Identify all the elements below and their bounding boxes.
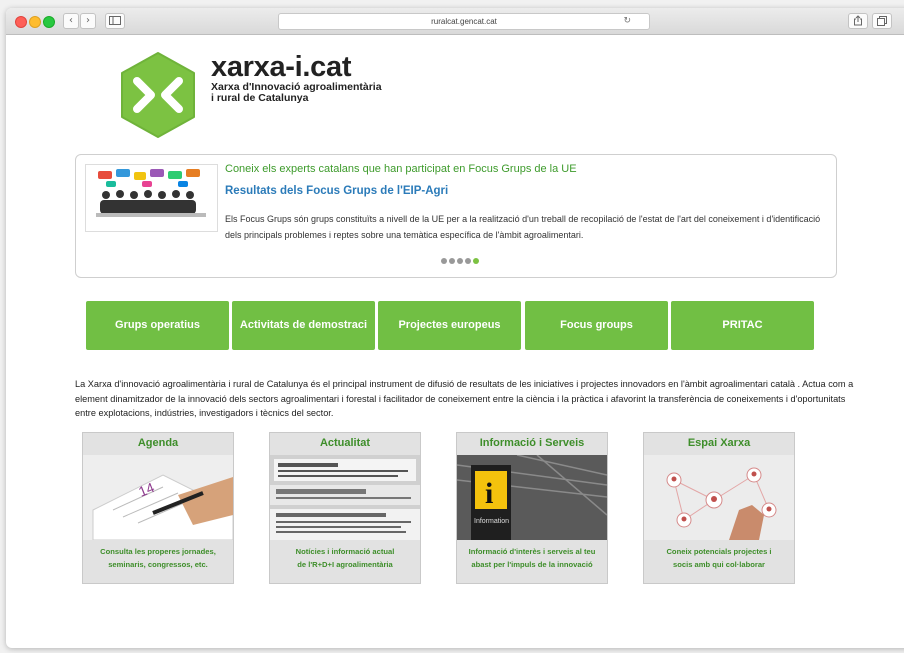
sidebar-icon: [109, 16, 121, 25]
brand-block[interactable]: xarxa-i.cat Xarxa d'Innovació agroalimen…: [211, 52, 382, 104]
xarxa-logo-icon[interactable]: [119, 51, 197, 139]
card-desc-line2: socis amb qui col·laborar: [673, 560, 765, 569]
card-image: i Information: [457, 455, 607, 540]
card-actualitat[interactable]: Actualitat Notícies i informació actual …: [269, 432, 421, 584]
card-desc-line2: abast per l'impuls de la innovació: [471, 560, 593, 569]
brand-name: xarxa-i.cat: [211, 51, 352, 83]
slider-dots: [441, 258, 479, 264]
slider-dot[interactable]: [465, 258, 471, 264]
tabs-overview-button[interactable]: [872, 13, 892, 29]
information-sign-icon: i Information: [457, 455, 607, 540]
address-bar[interactable]: ruralcat.gencat.cat ↻: [278, 13, 650, 30]
card-espai-xarxa[interactable]: Espai Xarxa Coneix potencials projectes …: [643, 432, 795, 584]
chevron-left-icon: ‹: [69, 15, 73, 26]
slider-dot[interactable]: [457, 258, 463, 264]
slider-dot[interactable]: [449, 258, 455, 264]
close-window-button[interactable]: [15, 16, 27, 28]
calendar-writing-icon: 14: [83, 455, 233, 540]
back-button[interactable]: ‹: [63, 13, 79, 29]
newspapers-icon: [270, 455, 420, 540]
card-title: Informació i Serveis: [479, 437, 585, 449]
sidebar-toggle-button[interactable]: [105, 13, 125, 29]
slide-title[interactable]: Resultats dels Focus Grups de l'EIP-Agri: [225, 185, 448, 197]
share-icon: [854, 15, 862, 26]
svg-text:Information: Information: [474, 518, 509, 525]
card-image: [270, 455, 420, 540]
network-people-icon: [644, 455, 794, 540]
tabs-icon: [877, 16, 887, 26]
card-desc-line1: Informació d'interès i serveis al teu: [468, 547, 596, 556]
card-title: Agenda: [137, 437, 179, 449]
nav-activitats-demostracio-button[interactable]: Activitats de demostraci: [232, 301, 375, 350]
card-desc-line2: de l'R+D+I agroalimentària: [297, 560, 393, 569]
card-desc-line1: Notícies i informació actual: [295, 547, 395, 556]
focus-group-people-icon: [96, 169, 206, 217]
card-desc-line2: seminaris, congressos, etc.: [108, 560, 208, 569]
news-slider: Coneix els experts catalans que han part…: [75, 154, 837, 278]
card-desc-line1: Coneix potencials projectes i: [666, 547, 772, 556]
card-description: Coneix potencials projectes i socis amb …: [644, 545, 794, 571]
nav-grups-operatius-button[interactable]: Grups operatius: [86, 301, 229, 350]
browser-titlebar: ‹ › ruralcat.gencat.cat ↻: [6, 8, 904, 35]
svg-text:i: i: [485, 477, 493, 510]
brand-subtitle-line2: i rural de Catalunya: [211, 92, 309, 104]
nav-pritac-button[interactable]: PRITAC: [671, 301, 814, 350]
card-agenda[interactable]: Agenda 14 Consulta les properes jornades…: [82, 432, 234, 584]
minimize-window-button[interactable]: [29, 16, 41, 28]
chevron-right-icon: ›: [86, 15, 90, 26]
card-informacio-serveis[interactable]: Informació i Serveis i Information Infor…: [456, 432, 608, 584]
card-image: 14: [83, 455, 233, 540]
zoom-window-button[interactable]: [43, 16, 55, 28]
card-title: Espai Xarxa: [687, 437, 751, 449]
card-image: [644, 455, 794, 540]
card-title: Actualitat: [319, 437, 371, 449]
slider-dot[interactable]: [473, 258, 479, 264]
forward-button[interactable]: ›: [80, 13, 96, 29]
card-desc-line1: Consulta les properes jornades,: [100, 547, 216, 556]
slider-dot[interactable]: [441, 258, 447, 264]
nav-focus-groups-button[interactable]: Focus groups: [525, 301, 668, 350]
slide-image[interactable]: [85, 164, 218, 232]
intro-paragraph: La Xarxa d'innovació agroalimentària i r…: [75, 379, 854, 418]
nav-projectes-europeus-button[interactable]: Projectes europeus: [378, 301, 521, 350]
slide-kicker[interactable]: Coneix els experts catalans que han part…: [225, 163, 577, 175]
reload-icon[interactable]: ↻: [623, 14, 631, 29]
card-description: Informació d'interès i serveis al teu ab…: [457, 545, 607, 571]
browser-window: ‹ › ruralcat.gencat.cat ↻ xarxa-i.cat Xa…: [6, 8, 904, 648]
share-button[interactable]: [848, 13, 868, 29]
slide-text: Els Focus Grups són grups constituïts a …: [225, 214, 821, 240]
card-description: Notícies i informació actual de l'R+D+I …: [270, 545, 420, 571]
address-url: ruralcat.gencat.cat: [431, 17, 497, 26]
card-description: Consulta les properes jornades, seminari…: [83, 545, 233, 571]
